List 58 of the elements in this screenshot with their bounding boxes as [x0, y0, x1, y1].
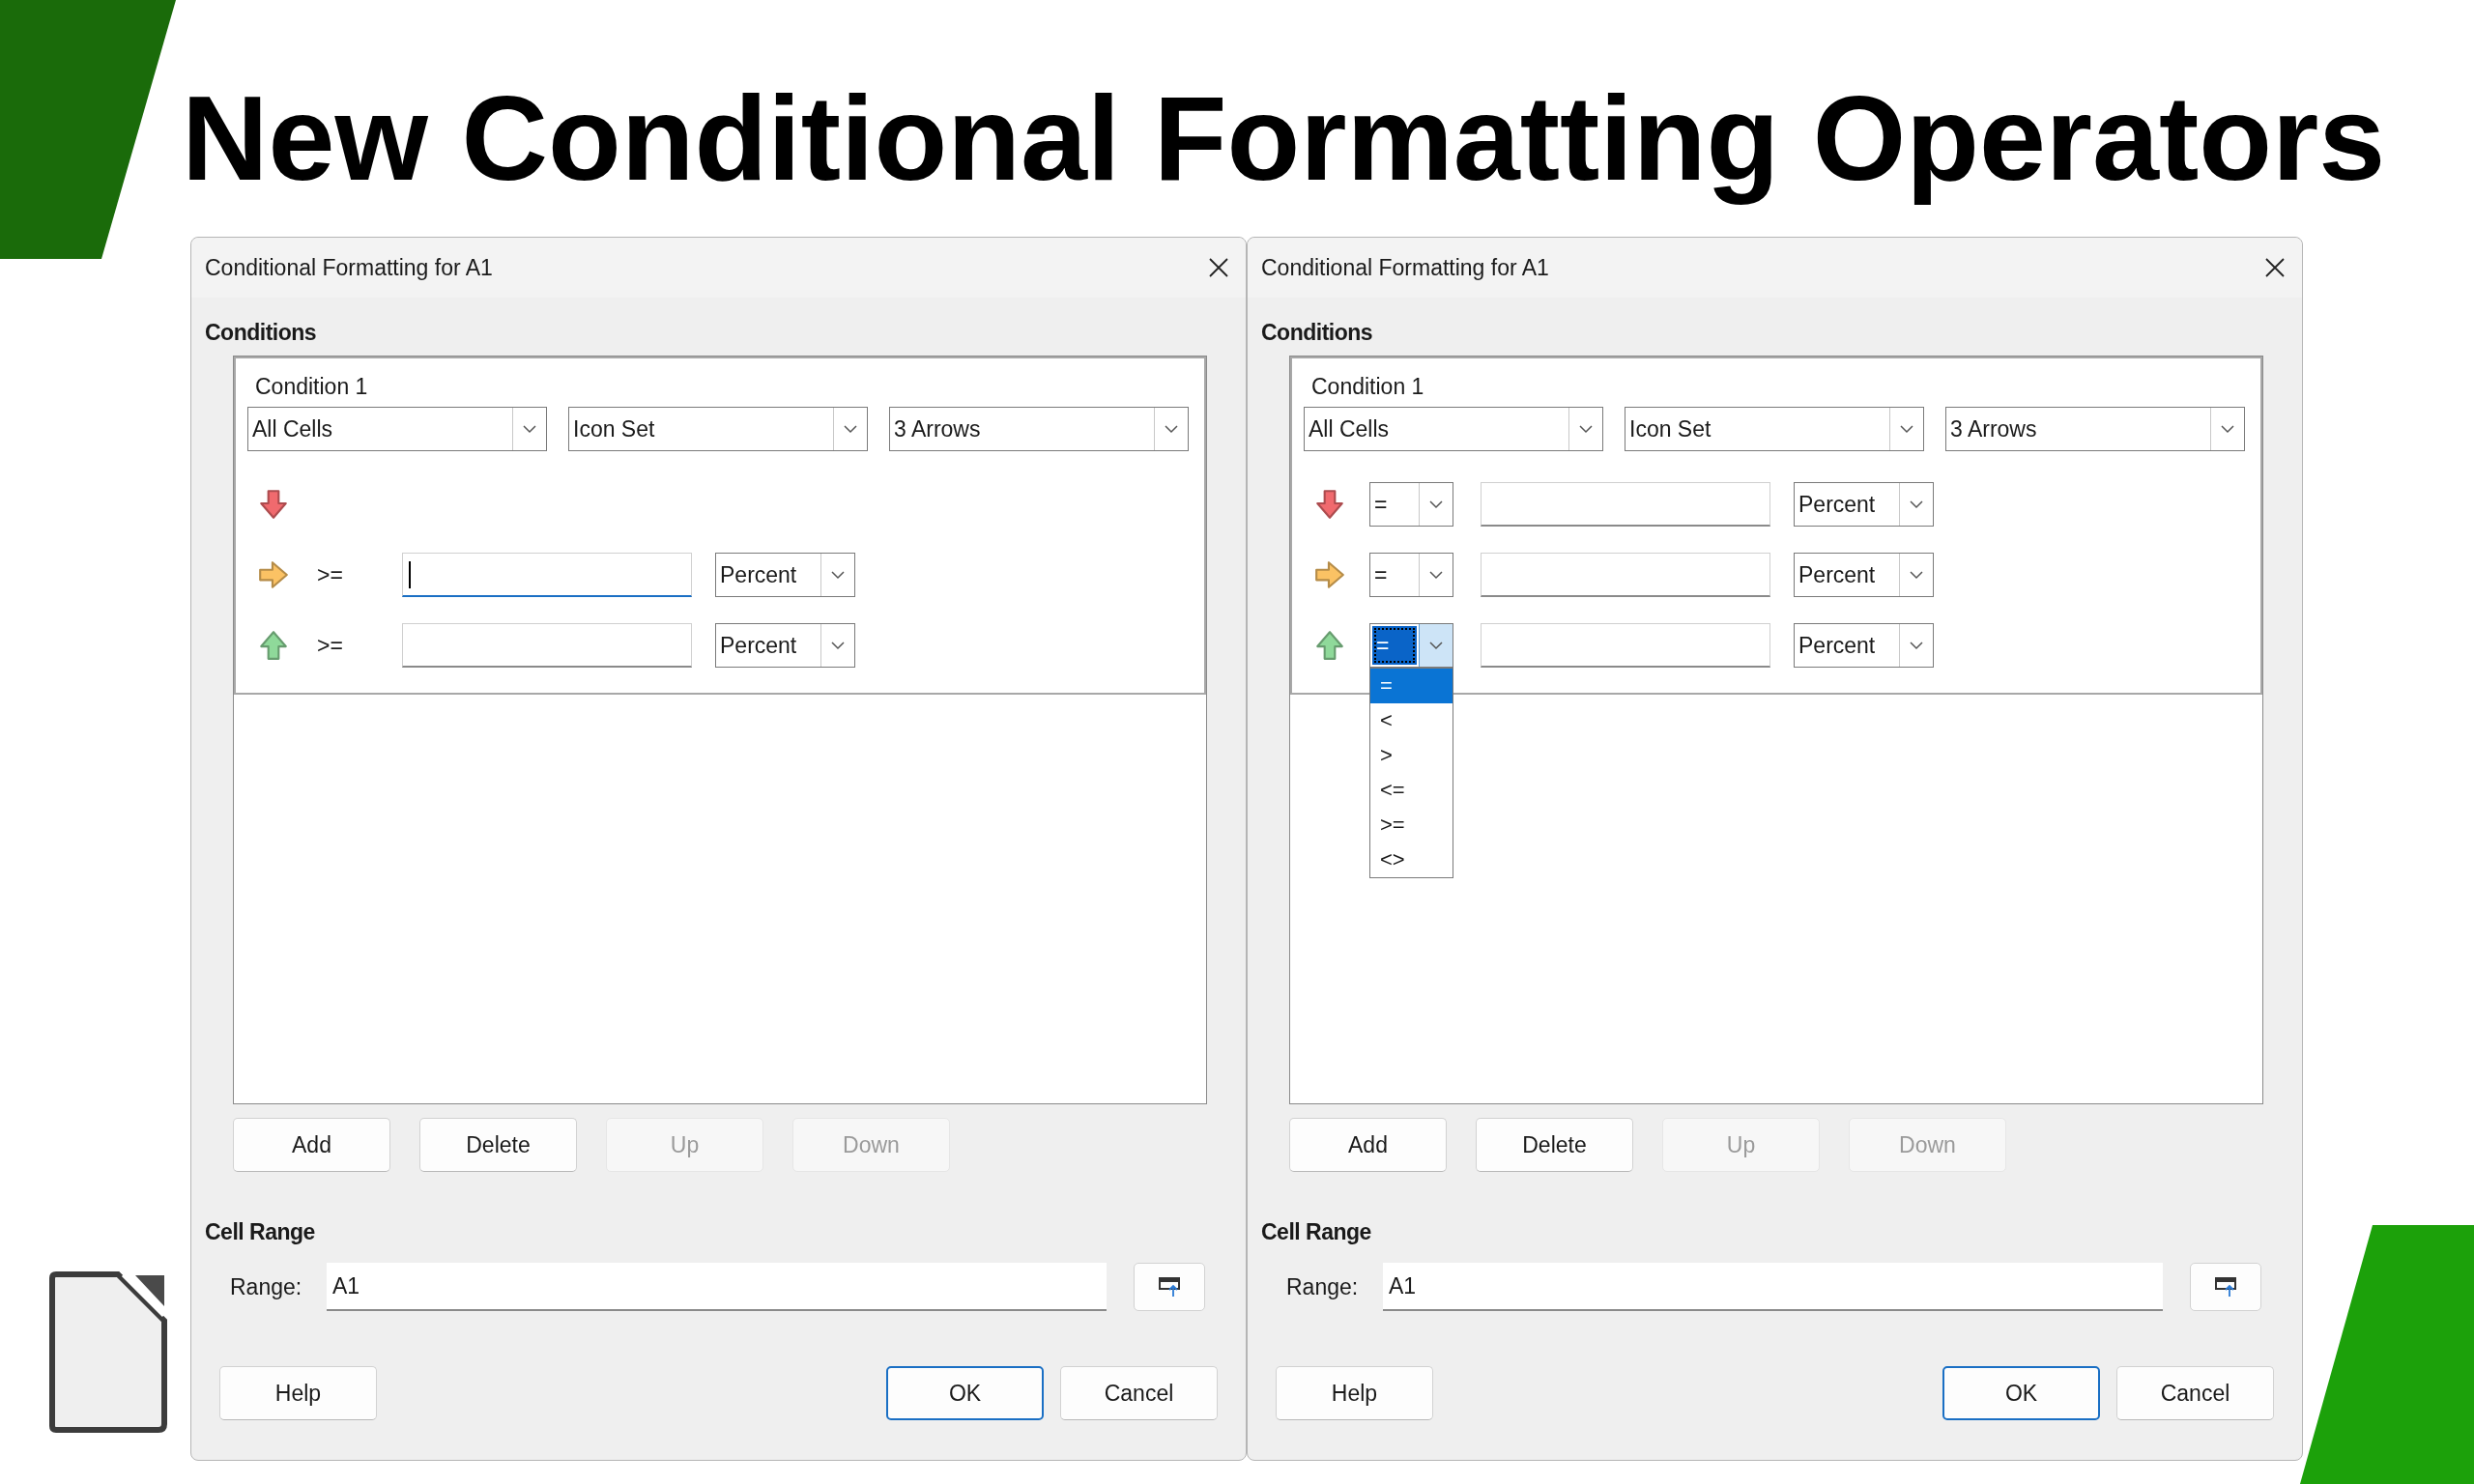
document-logo-icon [48, 1271, 168, 1434]
shrink-button[interactable] [2190, 1263, 2261, 1311]
dropdown[interactable]: Percent [1794, 553, 1934, 597]
action-button[interactable]: Add [1289, 1118, 1447, 1172]
dialog-button[interactable]: OK [1942, 1366, 2100, 1420]
dropdown-option[interactable]: > [1370, 738, 1453, 773]
section-heading: Cell Range [204, 1218, 316, 1245]
collapse-icon [1158, 1275, 1181, 1298]
dropdown[interactable]: Icon Set [1625, 407, 1924, 451]
shrink-button[interactable] [1134, 1263, 1205, 1311]
range-field[interactable]: A1 [327, 1263, 1107, 1311]
close-icon [1208, 257, 1229, 278]
dropdown[interactable]: Percent [715, 553, 855, 597]
condition-label: Condition 1 [254, 373, 369, 401]
action-button[interactable]: Delete [1476, 1118, 1633, 1172]
dialog-button[interactable]: Cancel [1060, 1366, 1218, 1420]
window-title: Conditional Formatting for A1 [1261, 254, 1549, 281]
dialog-button[interactable]: Cancel [2116, 1366, 2274, 1420]
dropdown[interactable]: 3 Arrows [889, 407, 1189, 451]
dropdown[interactable]: Percent [1794, 623, 1934, 668]
value-field[interactable] [402, 553, 692, 597]
dropdown[interactable]: All Cells [247, 407, 547, 451]
operator-label: >= [317, 632, 344, 659]
text-cursor [409, 561, 411, 588]
section-heading: Conditions [204, 319, 318, 346]
dropdown[interactable]: = [1369, 553, 1453, 597]
dropdown[interactable]: 3 Arrows [1945, 407, 2245, 451]
range-field[interactable]: A1 [1383, 1263, 2163, 1311]
dropdown[interactable]: Percent [715, 623, 855, 668]
dropdown[interactable]: Percent [1794, 482, 1934, 527]
dropdown[interactable]: All Cells [1304, 407, 1603, 451]
close-icon [2264, 257, 2286, 278]
collapse-icon [2214, 1275, 2237, 1298]
dropdown[interactable]: = [1369, 482, 1453, 527]
dialog-button[interactable]: OK [886, 1366, 1044, 1420]
dropdown-option[interactable]: >= [1370, 808, 1453, 842]
section-heading: Conditions [1260, 319, 1374, 346]
dropdown-option[interactable]: <= [1370, 773, 1453, 808]
window-title: Conditional Formatting for A1 [205, 254, 493, 281]
dropdown-option[interactable]: = [1370, 669, 1453, 703]
field-label: Range: [1286, 1273, 1360, 1300]
operator-label: >= [317, 561, 344, 588]
dropdown[interactable]: = [1369, 623, 1453, 668]
value-field[interactable] [1481, 482, 1770, 527]
value-field[interactable] [1481, 553, 1770, 597]
slide-title: New Conditional Formatting Operators [182, 71, 2386, 207]
action-button[interactable]: Delete [419, 1118, 577, 1172]
dropdown[interactable]: Icon Set [568, 407, 868, 451]
action-button[interactable]: Add [233, 1118, 390, 1172]
dropdown-option[interactable]: <> [1370, 842, 1453, 877]
dropdown-option[interactable]: < [1370, 703, 1453, 738]
value-field[interactable] [402, 623, 692, 668]
field-label: Range: [230, 1273, 303, 1300]
dialog-button[interactable]: Help [219, 1366, 377, 1420]
section-heading: Cell Range [1260, 1218, 1372, 1245]
value-field[interactable] [1481, 623, 1770, 668]
condition-label: Condition 1 [1310, 373, 1425, 401]
dialog-button[interactable]: Help [1276, 1366, 1433, 1420]
